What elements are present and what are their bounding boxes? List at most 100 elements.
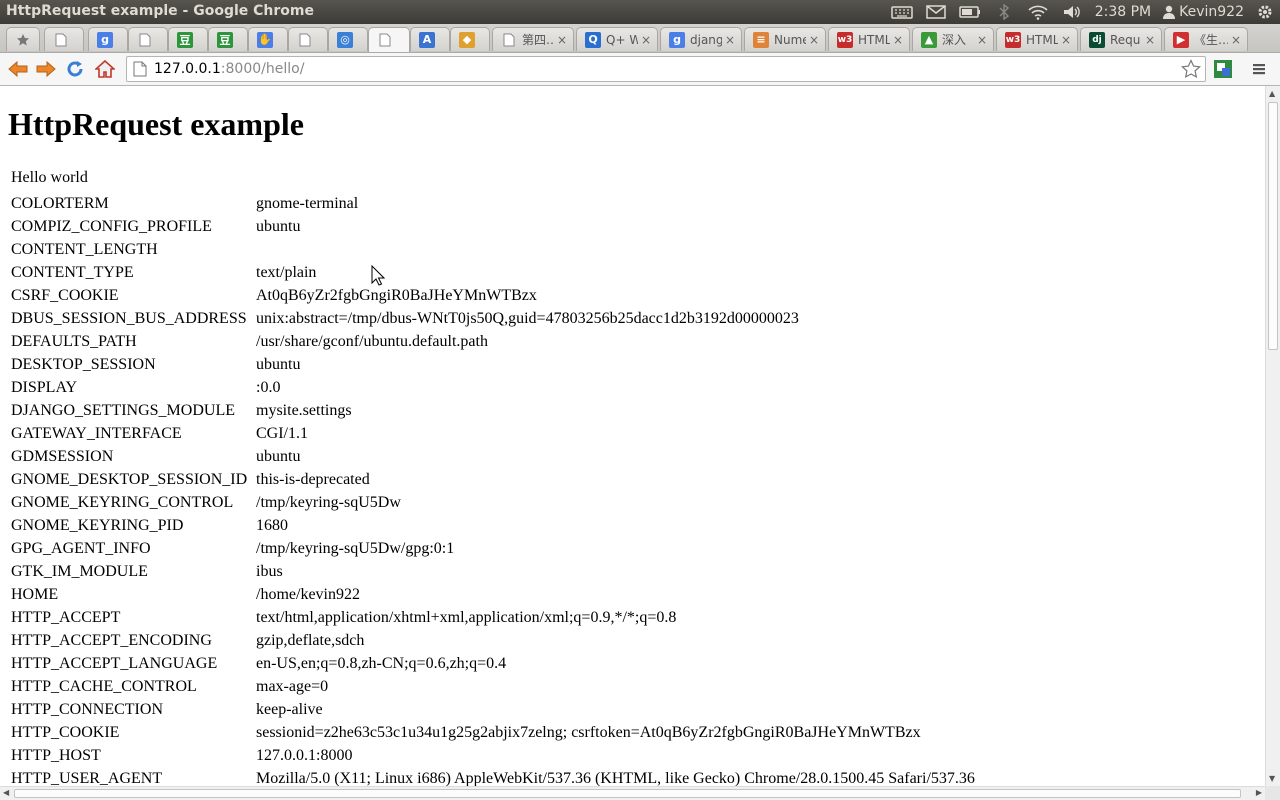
tab-close-icon[interactable]: × xyxy=(1145,33,1155,47)
vertical-scroll-thumb[interactable] xyxy=(1268,102,1278,350)
tab-label: djang xyxy=(690,32,722,47)
env-key: GNOME_KEYRING_PID xyxy=(11,517,184,534)
page-heading: HttpRequest example xyxy=(8,106,304,142)
browser-tab[interactable]: A xyxy=(410,27,450,51)
extension-button[interactable] xyxy=(1210,57,1236,81)
reload-button[interactable] xyxy=(62,57,88,81)
browser-tab[interactable]: ✋ xyxy=(248,27,288,51)
chrome-menu-button[interactable] xyxy=(1246,57,1272,81)
browser-tab[interactable] xyxy=(6,27,40,51)
browser-tab[interactable]: ▲ 深入 × xyxy=(912,27,994,51)
browser-tab[interactable] xyxy=(368,27,410,52)
tab-close-icon[interactable]: × xyxy=(893,33,903,47)
tab-close-icon[interactable]: × xyxy=(809,33,819,47)
wifi-icon[interactable] xyxy=(1027,0,1049,24)
address-bar[interactable]: 127.0.0.1:8000/hello/ xyxy=(126,56,1206,82)
env-key: HTTP_USER_AGENT xyxy=(11,770,163,786)
tab-label: HTML xyxy=(858,32,890,47)
table-row: HTTP_CACHE_CONTROL max-age=0 xyxy=(11,675,975,698)
tab-close-icon[interactable]: × xyxy=(557,33,567,47)
browser-tab[interactable]: 豆 xyxy=(168,27,208,51)
tab-close-icon[interactable]: × xyxy=(1061,33,1071,47)
browser-tab[interactable]: ▶ 《生… × xyxy=(1164,27,1248,51)
reload-icon xyxy=(67,61,83,77)
env-value: max-age=0 xyxy=(256,678,329,695)
google-icon: g xyxy=(669,31,685,48)
django-icon: dj xyxy=(1089,31,1105,48)
scroll-right-arrow-icon[interactable]: ▶ xyxy=(1256,788,1262,797)
env-key: GNOME_KEYRING_CONTROL xyxy=(11,494,234,511)
stack-icon: ≡ xyxy=(753,31,769,48)
back-button[interactable] xyxy=(5,57,31,81)
w3-icon: w3 xyxy=(837,31,853,48)
env-key: COLORTERM xyxy=(11,195,109,212)
forward-button[interactable] xyxy=(33,57,59,81)
browser-tab[interactable] xyxy=(44,27,84,51)
env-key: GPG_AGENT_INFO xyxy=(11,540,151,557)
table-row: DEFAULTS_PATH/usr/share/gconf/ubuntu.def… xyxy=(11,330,975,353)
scrollbar-corner xyxy=(1265,786,1280,800)
env-key: DBUS_SESSION_BUS_ADDRESS xyxy=(11,310,247,327)
power-gear-icon[interactable] xyxy=(1254,0,1276,24)
table-row: CSRF_COOKIE At0qB6yZr2fgbGngiR0BaJHeYMnWT… xyxy=(11,284,975,307)
scroll-down-arrow-icon[interactable]: ▼ xyxy=(1269,774,1275,783)
table-row: COLORTERM gnome-terminal xyxy=(11,192,975,215)
bookmark-star-icon[interactable] xyxy=(1181,59,1201,79)
browser-tab[interactable] xyxy=(288,27,328,51)
browser-tab[interactable]: 豆 xyxy=(208,27,248,51)
browser-tab[interactable]: 第四…× xyxy=(492,27,574,51)
env-key: HTTP_ACCEPT_LANGUAGE xyxy=(11,655,218,672)
browser-tab[interactable]: ≡ Nume× xyxy=(744,27,826,51)
table-row: GPG_AGENT_INFO/tmp/keyring-sqU5Dw/gpg:0:… xyxy=(11,537,975,560)
table-row: GATEWAY_INTERFACE CGI/1.1 xyxy=(11,422,975,445)
tab-close-icon[interactable]: × xyxy=(977,33,987,47)
user-menu[interactable]: Kevin922 xyxy=(1163,4,1244,20)
scroll-left-arrow-icon[interactable]: ◀ xyxy=(3,788,9,797)
mail-icon[interactable] xyxy=(925,0,947,24)
horizontal-scrollbar[interactable]: ◀ ▶ xyxy=(0,786,1265,800)
tab-close-icon[interactable]: × xyxy=(725,33,735,47)
clock[interactable]: 2:38 PM xyxy=(1095,4,1151,20)
volume-icon[interactable] xyxy=(1061,0,1083,24)
battery-icon[interactable] xyxy=(958,0,981,24)
env-key: HTTP_COOKIE xyxy=(11,724,120,741)
tab-close-icon[interactable]: × xyxy=(1231,33,1241,47)
env-value: 127.0.0.1:8000 xyxy=(256,747,353,764)
table-row: DISPLAY:0.0 xyxy=(11,376,975,399)
scroll-up-arrow-icon[interactable]: ▲ xyxy=(1269,89,1275,98)
url-text: 127.0.0.1:8000/hello/ xyxy=(154,61,304,77)
browser-tab[interactable]: ◆ xyxy=(450,27,490,51)
browser-tab[interactable]: w3 HTML × xyxy=(828,27,910,51)
table-row: HTTP_ACCEPT_ENCODING gzip,deflate,sdch xyxy=(11,629,975,652)
google-icon: g xyxy=(97,31,113,48)
browser-tab[interactable]: g xyxy=(88,27,128,51)
env-value: gnome-terminal xyxy=(256,195,359,212)
browser-tab[interactable]: ◎ xyxy=(328,27,368,51)
table-row: GNOME_DESKTOP_SESSION_ID this-is-deprecat… xyxy=(11,468,975,491)
browser-toolbar: 127.0.0.1:8000/hello/ xyxy=(0,53,1280,86)
keyboard-icon[interactable] xyxy=(890,0,913,24)
browser-tab[interactable]: w3 HTML × xyxy=(996,27,1078,51)
home-button[interactable] xyxy=(92,57,118,81)
tab-close-icon[interactable]: × xyxy=(641,33,651,47)
browser-tab[interactable]: g djang × xyxy=(660,27,742,51)
env-key: HTTP_ACCEPT xyxy=(11,609,121,626)
browser-tab[interactable]: dj Requ × xyxy=(1080,27,1162,51)
horizontal-scroll-thumb[interactable] xyxy=(14,789,1241,798)
android-icon: ▲ xyxy=(921,31,937,48)
browser-tab[interactable] xyxy=(128,27,168,51)
table-row: HTTP_COOKIE sessionid=z2he63c53c1u34u1g25… xyxy=(11,721,975,744)
douban-icon: 豆 xyxy=(177,31,193,48)
page-icon xyxy=(137,32,153,48)
bluetooth-icon[interactable] xyxy=(993,0,1015,24)
env-key: CONTENT_LENGTH xyxy=(11,241,158,258)
table-row: GNOME_KEYRING_PID 1680 xyxy=(11,514,975,537)
env-value: At0qB6yZr2fgbGngiR0BaJHeYMnWTBzx xyxy=(256,287,537,304)
url-host: 127.0.0.1 xyxy=(154,61,221,77)
browser-tab[interactable]: Q Q+ W × xyxy=(576,27,658,51)
table-row: GDMSESSION ubuntu xyxy=(11,445,975,468)
vertical-scrollbar[interactable]: ▲ ▼ xyxy=(1265,86,1280,786)
mouse-cursor-icon xyxy=(371,265,385,286)
env-key: HTTP_ACCEPT_ENCODING xyxy=(11,632,212,649)
top-panel: HttpRequest example - Google Chrome 2:38… xyxy=(0,0,1280,24)
